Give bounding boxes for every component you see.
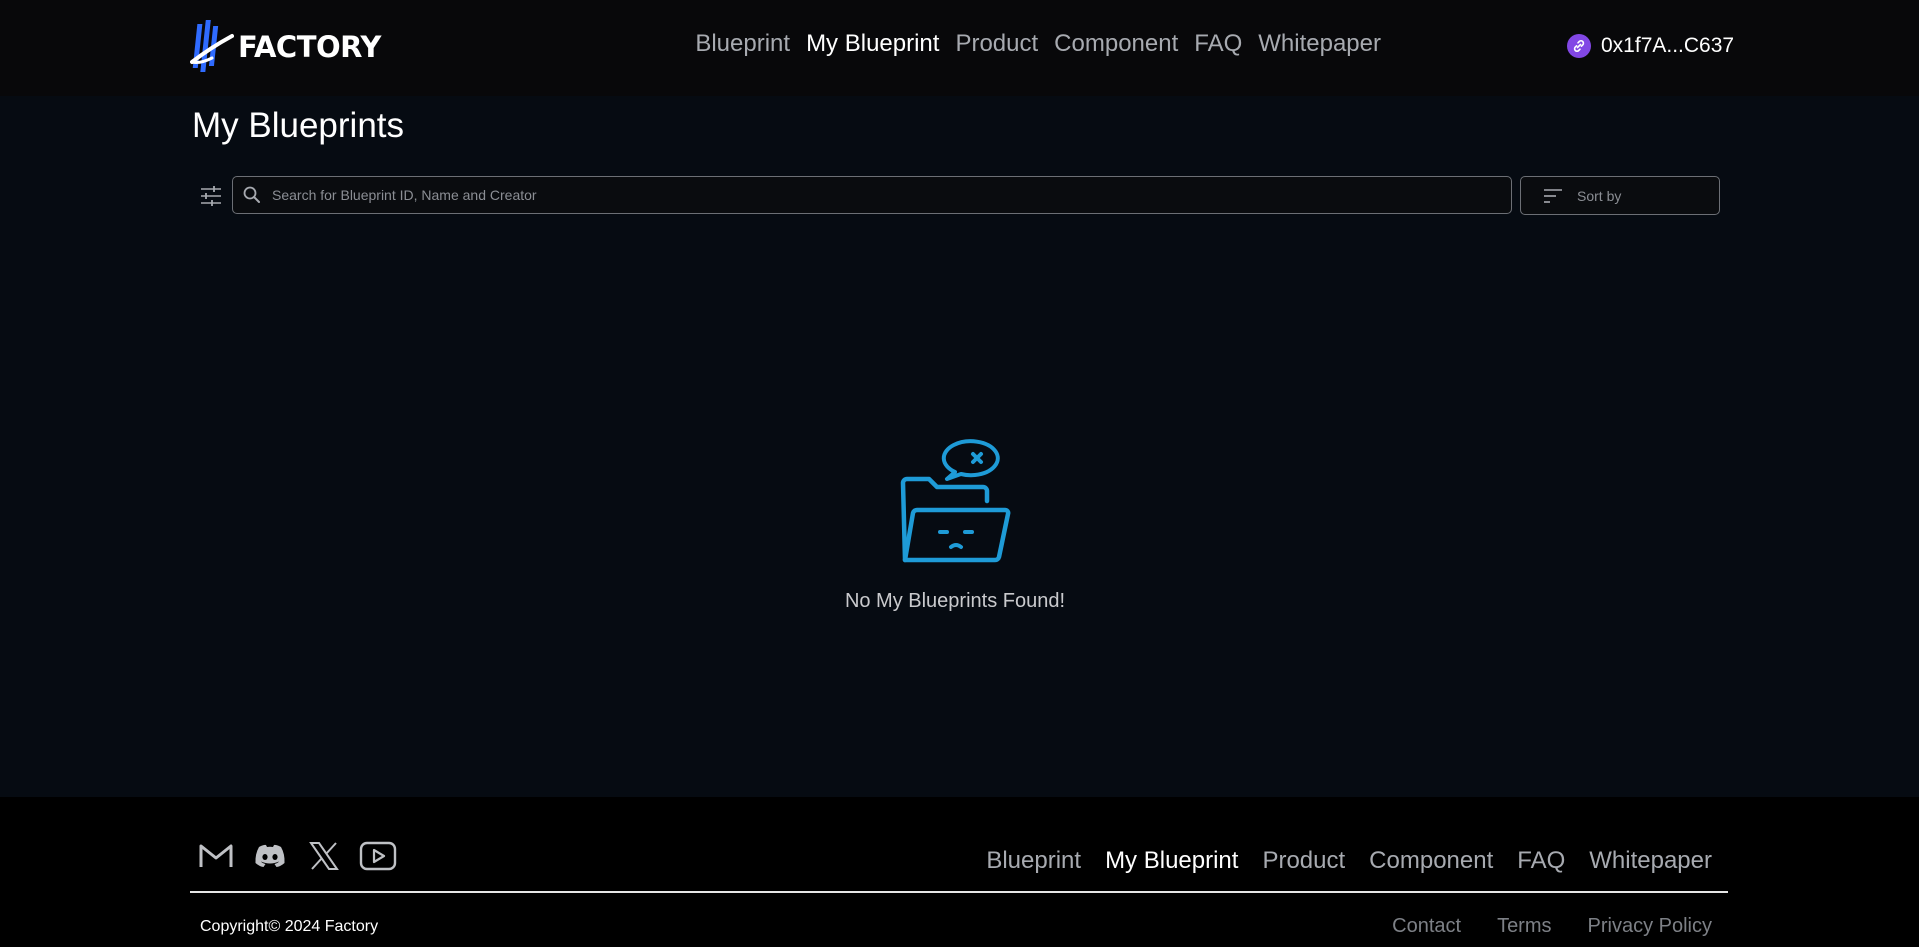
search-input[interactable] [272,187,1511,203]
filter-button[interactable] [198,183,224,209]
search-icon [243,186,260,203]
nav-blueprint[interactable]: Blueprint [695,30,790,58]
empty-state: No My Blueprints Found! [840,435,1070,613]
footer-divider [190,891,1728,893]
empty-state-message: No My Blueprints Found! [844,590,1066,612]
x-icon[interactable] [305,839,343,873]
factory-logo-icon [190,20,234,72]
nav-my-blueprint[interactable]: My Blueprint [806,30,939,58]
terms-link[interactable]: Terms [1497,915,1551,938]
app-root: FACTORY Blueprint My Blueprint Product C… [0,0,1919,947]
privacy-policy-link[interactable]: Privacy Policy [1588,915,1712,938]
nav-whitepaper[interactable]: Whitepaper [1258,30,1381,58]
nav-faq[interactable]: FAQ [1194,30,1242,58]
youtube-icon[interactable] [359,839,397,873]
wallet-address: 0x1f7A...C637 [1601,34,1735,57]
page-title: My Blueprints [192,106,405,145]
footer-nav-whitepaper[interactable]: Whitepaper [1589,847,1712,875]
sad-folder-icon [900,439,1011,563]
sliders-icon [201,186,221,206]
logo-text: FACTORY [238,30,381,64]
nav-component[interactable]: Component [1054,30,1178,58]
sort-icon [1544,188,1562,203]
footer-nav-faq[interactable]: FAQ [1517,847,1565,875]
social-links [197,839,397,873]
footer-nav: Blueprint My Blueprint Product Component… [986,847,1712,875]
sort-label: Sort by [1577,187,1622,204]
search-bar [232,176,1512,214]
top-header: FACTORY Blueprint My Blueprint Product C… [0,0,1919,96]
sort-dropdown[interactable]: Sort by [1520,176,1720,215]
footer-nav-component[interactable]: Component [1369,847,1493,875]
copyright-text: Copyright© 2024 Factory [200,918,379,935]
main-nav: Blueprint My Blueprint Product Component… [695,30,1381,58]
nav-product[interactable]: Product [955,30,1038,58]
gmail-icon[interactable] [197,839,235,873]
wallet-button[interactable]: 0x1f7A...C637 [1567,34,1734,58]
legal-links: Contact Terms Privacy Policy [1392,915,1712,938]
polygon-link-icon [1567,34,1591,58]
footer: Blueprint My Blueprint Product Component… [0,797,1919,947]
footer-nav-blueprint[interactable]: Blueprint [986,847,1081,875]
logo[interactable]: FACTORY [190,18,381,76]
footer-nav-product[interactable]: Product [1262,847,1345,875]
footer-nav-my-blueprint[interactable]: My Blueprint [1105,847,1238,875]
discord-icon[interactable] [251,839,289,873]
contact-link[interactable]: Contact [1392,915,1461,938]
